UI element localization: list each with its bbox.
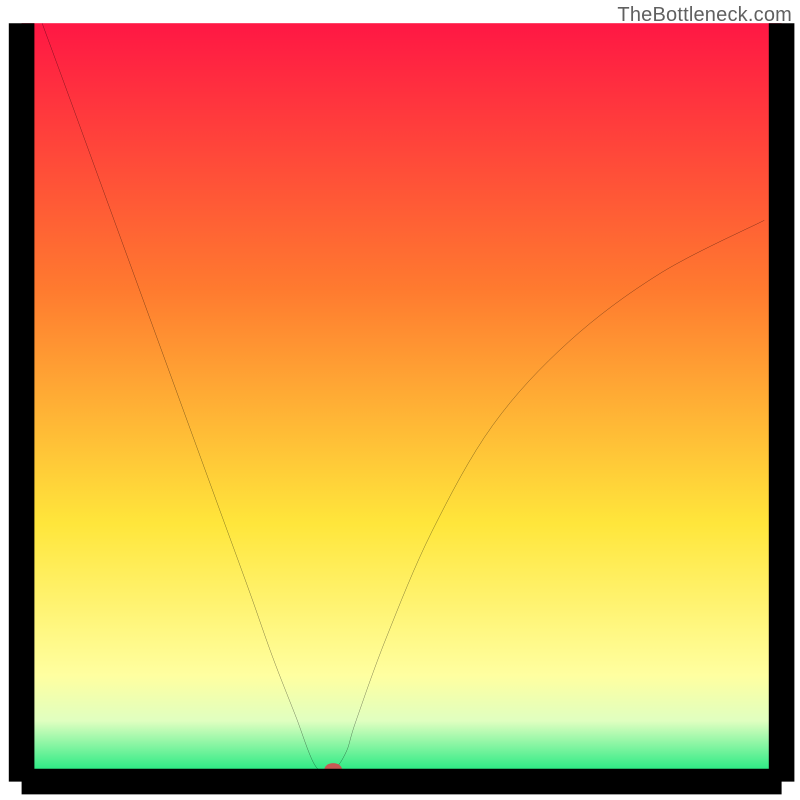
bottleneck-chart xyxy=(0,0,800,800)
plot-background xyxy=(22,23,782,781)
chart-container: { "watermark": "TheBottleneck.com", "cha… xyxy=(0,0,800,800)
watermark-text: TheBottleneck.com xyxy=(617,4,792,27)
